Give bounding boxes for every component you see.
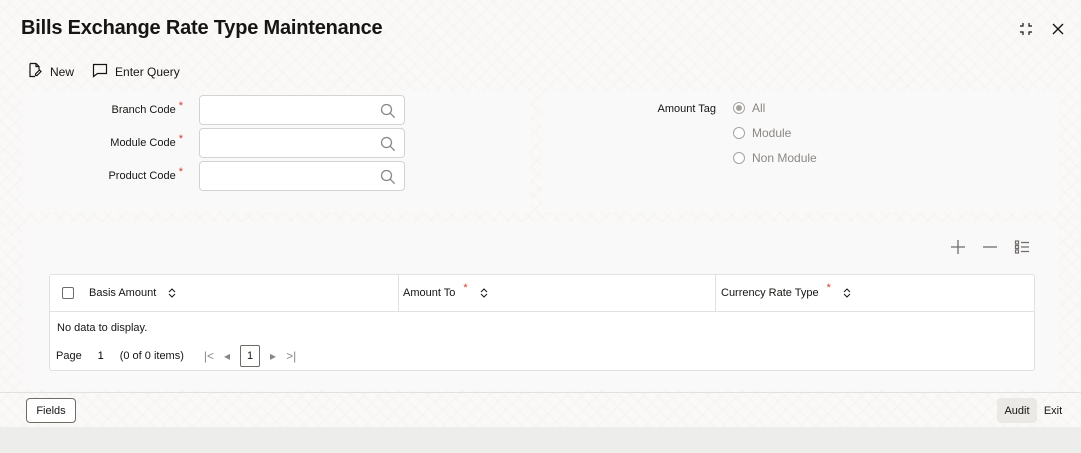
product-code-field[interactable]: [199, 161, 405, 191]
radio-all-label: All: [752, 101, 766, 115]
branch-code-row: Branch Code *: [23, 95, 405, 125]
new-button[interactable]: New: [27, 62, 74, 81]
radio-button[interactable]: [733, 152, 745, 164]
single-record-view-icon[interactable]: [1013, 238, 1031, 256]
column-label: Currency Rate Type: [721, 287, 819, 299]
new-label: New: [50, 64, 75, 79]
no-data-message: No data to display.: [57, 322, 148, 334]
column-header-currency-rate-type[interactable]: Currency Rate Type *: [716, 275, 1026, 312]
page-label: Page: [56, 350, 82, 362]
rate-type-grid-panel: Basis Amount Amount To * Currency Rate T…: [23, 222, 1059, 390]
column-header-basis-amount[interactable]: Basis Amount: [86, 274, 399, 312]
search-icon[interactable]: [380, 136, 396, 152]
message-icon: [92, 62, 108, 81]
current-page-button[interactable]: 1: [240, 345, 261, 367]
product-code-input[interactable]: [200, 162, 370, 190]
footer-bar: Fields Audit Exit: [0, 392, 1081, 427]
add-row-icon[interactable]: [949, 238, 967, 256]
maximize-icon[interactable]: [1017, 20, 1035, 38]
new-document-icon: [27, 62, 43, 81]
exit-button[interactable]: Exit: [1037, 398, 1069, 423]
required-mark: *: [178, 133, 183, 145]
window-title: Bills Exchange Rate Type Maintenance: [21, 17, 383, 39]
status-bar: [0, 427, 1081, 453]
product-code-row: Product Code *: [23, 161, 405, 191]
sort-icon[interactable]: [480, 288, 488, 298]
audit-button[interactable]: Audit: [997, 398, 1037, 423]
module-code-field[interactable]: [199, 128, 405, 158]
product-code-label: Product Code *: [108, 166, 183, 182]
rate-type-table: Basis Amount Amount To * Currency Rate T…: [49, 274, 1035, 371]
table-header: Basis Amount Amount To * Currency Rate T…: [50, 274, 1034, 312]
radio-module-label: Module: [752, 126, 792, 140]
sort-icon[interactable]: [168, 288, 176, 298]
bills-exchange-rate-window: Bills Exchange Rate Type Maintenance New…: [0, 0, 1081, 427]
branch-code-input[interactable]: [200, 96, 370, 124]
first-page-icon[interactable]: |<: [204, 349, 214, 363]
pagination: Page (0 of 0 items) |< ◂ 1 ▸ >|: [56, 345, 296, 367]
module-code-label: Module Code *: [110, 133, 183, 149]
window-controls: [1017, 20, 1067, 38]
radio-button[interactable]: [733, 127, 745, 139]
required-mark: *: [826, 282, 831, 294]
next-page-icon[interactable]: ▸: [270, 349, 276, 363]
title-bar: Bills Exchange Rate Type Maintenance: [0, 0, 1081, 56]
enter-query-button[interactable]: Enter Query: [92, 62, 180, 81]
radio-module[interactable]: Module: [733, 126, 791, 140]
branch-code-field[interactable]: [199, 95, 405, 125]
column-label: Basis Amount: [89, 287, 157, 299]
search-icon[interactable]: [380, 169, 396, 185]
page-nav: |< ◂ 1 ▸ >|: [204, 345, 296, 367]
required-mark: *: [178, 100, 183, 112]
last-page-icon[interactable]: >|: [286, 349, 296, 363]
previous-page-icon[interactable]: ◂: [224, 349, 230, 363]
radio-button[interactable]: [733, 102, 745, 114]
column-header-amount-to[interactable]: Amount To *: [399, 274, 716, 312]
items-count: (0 of 0 items): [119, 350, 184, 362]
page-number-input[interactable]: [87, 345, 114, 367]
fields-button[interactable]: Fields: [26, 398, 76, 423]
enter-query-label: Enter Query: [115, 64, 180, 79]
required-mark: *: [463, 282, 468, 294]
module-code-input[interactable]: [200, 129, 370, 157]
grid-actions: [949, 238, 1031, 256]
amount-tag-panel: Amount Tag All Module Non Module: [542, 91, 1059, 212]
toolbar: New Enter Query: [27, 62, 180, 81]
module-code-row: Module Code *: [23, 128, 405, 158]
search-icon[interactable]: [380, 103, 396, 119]
required-mark: *: [178, 166, 183, 178]
select-all-checkbox[interactable]: [62, 287, 74, 299]
radio-all[interactable]: All: [733, 101, 765, 115]
delete-row-icon[interactable]: [981, 238, 999, 256]
branch-code-label: Branch Code *: [111, 100, 184, 116]
sort-icon[interactable]: [843, 288, 851, 298]
column-label: Amount To: [403, 287, 456, 299]
close-icon[interactable]: [1049, 20, 1067, 38]
amount-tag-label: Amount Tag: [657, 103, 716, 115]
select-all-cell: [50, 275, 86, 312]
radio-non-module[interactable]: Non Module: [733, 151, 817, 165]
radio-non-module-label: Non Module: [752, 151, 817, 165]
key-fields-panel: Branch Code * Module Code * Product Code…: [23, 91, 530, 212]
